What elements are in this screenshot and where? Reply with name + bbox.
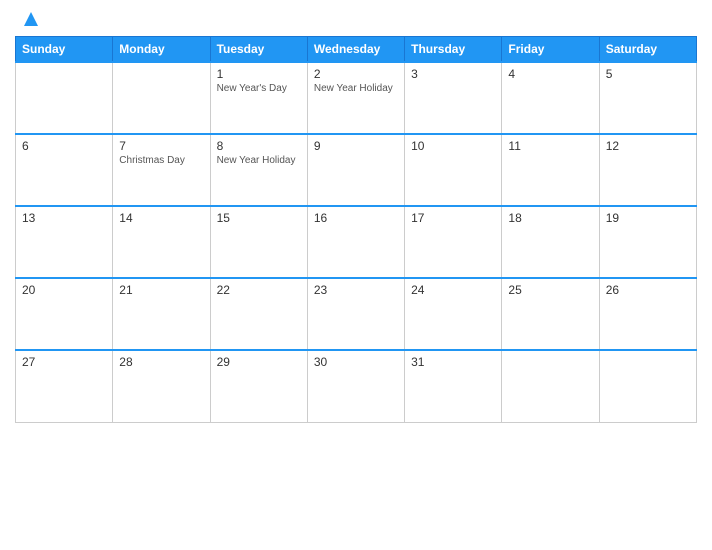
- day-number: 7: [119, 139, 203, 153]
- calendar-cell: 19: [599, 206, 696, 278]
- day-number: 6: [22, 139, 106, 153]
- calendar-cell: 7 Christmas Day: [113, 134, 210, 206]
- calendar-cell: 4: [502, 62, 599, 134]
- day-number: 26: [606, 283, 690, 297]
- calendar-cell: [502, 350, 599, 422]
- day-number: 9: [314, 139, 398, 153]
- calendar-cell: 17: [405, 206, 502, 278]
- calendar-cell: 8 New Year Holiday: [210, 134, 307, 206]
- calendar-cell: 2 New Year Holiday: [307, 62, 404, 134]
- day-number: 27: [22, 355, 106, 369]
- calendar-cell: 18: [502, 206, 599, 278]
- day-number: 3: [411, 67, 495, 81]
- day-number: 12: [606, 139, 690, 153]
- column-header-friday: Friday: [502, 37, 599, 63]
- day-number: 11: [508, 139, 592, 153]
- calendar-cell: [16, 62, 113, 134]
- day-number: 5: [606, 67, 690, 81]
- calendar-header-row: SundayMondayTuesdayWednesdayThursdayFrid…: [16, 37, 697, 63]
- column-header-saturday: Saturday: [599, 37, 696, 63]
- holiday-text: New Year Holiday: [217, 155, 301, 166]
- week-row-3: 20 21 22 23 24 25 26: [16, 278, 697, 350]
- calendar-cell: 28: [113, 350, 210, 422]
- calendar-cell: [599, 350, 696, 422]
- calendar-table: SundayMondayTuesdayWednesdayThursdayFrid…: [15, 36, 697, 423]
- week-row-0: 1 New Year's Day 2 New Year Holiday 345: [16, 62, 697, 134]
- calendar-cell: 6: [16, 134, 113, 206]
- calendar-cell: 10: [405, 134, 502, 206]
- day-number: 10: [411, 139, 495, 153]
- day-number: 4: [508, 67, 592, 81]
- calendar-cell: 5: [599, 62, 696, 134]
- calendar-cell: 21: [113, 278, 210, 350]
- day-number: 31: [411, 355, 495, 369]
- column-header-tuesday: Tuesday: [210, 37, 307, 63]
- calendar-cell: 24: [405, 278, 502, 350]
- calendar-cell: 14: [113, 206, 210, 278]
- column-header-sunday: Sunday: [16, 37, 113, 63]
- calendar-cell: 20: [16, 278, 113, 350]
- day-number: 8: [217, 139, 301, 153]
- day-number: 29: [217, 355, 301, 369]
- day-number: 24: [411, 283, 495, 297]
- day-number: 15: [217, 211, 301, 225]
- calendar-cell: 27: [16, 350, 113, 422]
- calendar-cell: 23: [307, 278, 404, 350]
- day-number: 2: [314, 67, 398, 81]
- week-row-4: 27 28 29 30 31: [16, 350, 697, 422]
- day-number: 23: [314, 283, 398, 297]
- day-number: 22: [217, 283, 301, 297]
- calendar-cell: 16: [307, 206, 404, 278]
- day-number: 25: [508, 283, 592, 297]
- calendar-cell: 9: [307, 134, 404, 206]
- logo: [20, 10, 42, 28]
- day-number: 17: [411, 211, 495, 225]
- day-number: 20: [22, 283, 106, 297]
- day-number: 16: [314, 211, 398, 225]
- holiday-text: Christmas Day: [119, 155, 203, 166]
- calendar-cell: 30: [307, 350, 404, 422]
- calendar-header: [15, 10, 697, 28]
- holiday-text: New Year's Day: [217, 83, 301, 94]
- day-number: 13: [22, 211, 106, 225]
- calendar-cell: [113, 62, 210, 134]
- calendar-cell: 13: [16, 206, 113, 278]
- calendar-cell: 31: [405, 350, 502, 422]
- calendar-cell: 22: [210, 278, 307, 350]
- calendar-cell: 26: [599, 278, 696, 350]
- holiday-text: New Year Holiday: [314, 83, 398, 94]
- column-header-thursday: Thursday: [405, 37, 502, 63]
- calendar-cell: 15: [210, 206, 307, 278]
- day-number: 14: [119, 211, 203, 225]
- calendar-cell: 29: [210, 350, 307, 422]
- calendar-cell: 12: [599, 134, 696, 206]
- column-header-wednesday: Wednesday: [307, 37, 404, 63]
- calendar-cell: 1 New Year's Day: [210, 62, 307, 134]
- week-row-1: 67 Christmas Day 8 New Year Holiday 9 10 11 12: [16, 134, 697, 206]
- day-number: 21: [119, 283, 203, 297]
- week-row-2: 13 14 15 16 17 18 19: [16, 206, 697, 278]
- day-number: 1: [217, 67, 301, 81]
- column-header-monday: Monday: [113, 37, 210, 63]
- calendar-cell: 25: [502, 278, 599, 350]
- calendar-container: SundayMondayTuesdayWednesdayThursdayFrid…: [0, 0, 712, 550]
- day-number: 19: [606, 211, 690, 225]
- day-number: 28: [119, 355, 203, 369]
- day-number: 30: [314, 355, 398, 369]
- logo-icon: [22, 10, 40, 28]
- calendar-cell: 3: [405, 62, 502, 134]
- calendar-cell: 11: [502, 134, 599, 206]
- day-number: 18: [508, 211, 592, 225]
